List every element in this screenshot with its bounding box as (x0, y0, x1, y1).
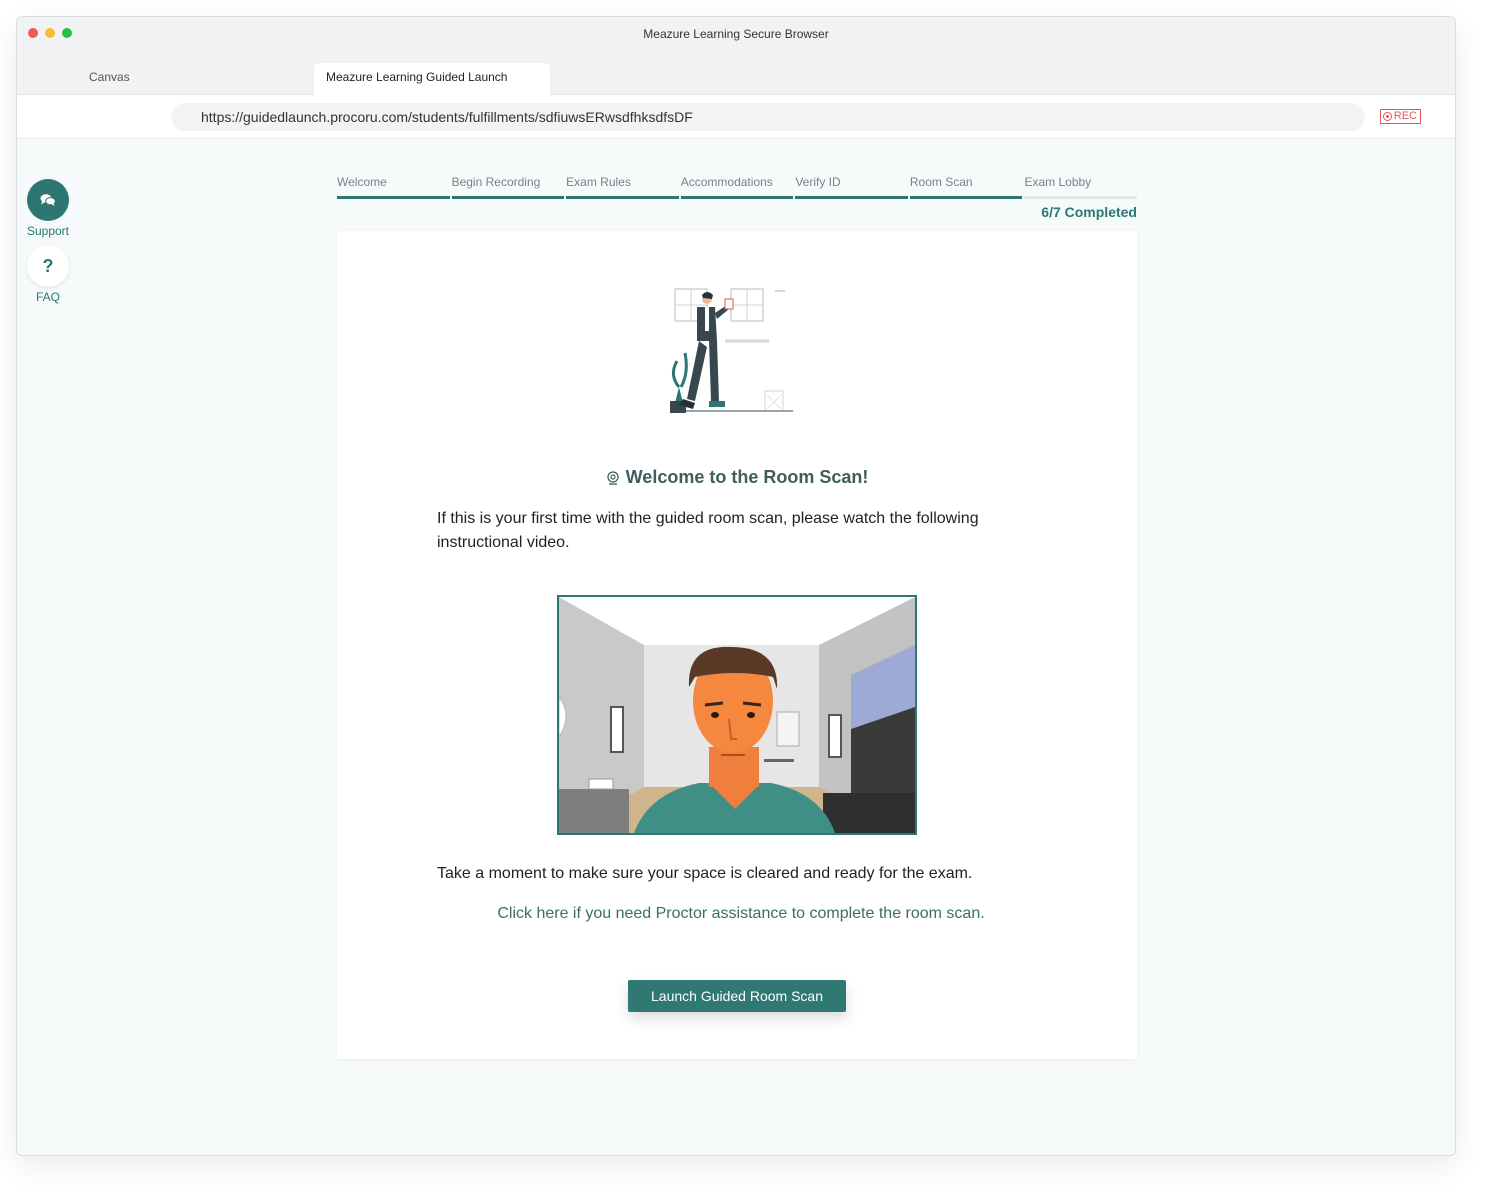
proctor-assistance-link[interactable]: Click here if you need Proctor assistanc… (337, 905, 1137, 923)
title-bar: Meazure Learning Secure Browser Canvas M… (17, 17, 1455, 95)
url-field[interactable]: https://guidedlaunch.procoru.com/student… (171, 103, 1365, 131)
faq-button[interactable]: ? (27, 245, 69, 287)
address-bar: https://guidedlaunch.procoru.com/student… (17, 95, 1455, 139)
rec-label: REC (1393, 110, 1417, 122)
launch-guided-room-scan-button[interactable]: Launch Guided Room Scan (628, 980, 846, 1012)
browser-window: Meazure Learning Secure Browser Canvas M… (16, 16, 1456, 1156)
step-welcome: Welcome (337, 175, 450, 199)
window-title: Meazure Learning Secure Browser (643, 27, 829, 41)
webcam-icon (606, 470, 619, 485)
chat-bubbles-icon (40, 194, 56, 206)
record-icon (1382, 112, 1392, 121)
tab-guided-launch[interactable]: Meazure Learning Guided Launch (314, 63, 550, 95)
step-room-scan: Room Scan (909, 175, 1023, 199)
ready-text: Take a moment to make sure your space is… (437, 865, 973, 882)
person-walking-illustration (670, 288, 793, 413)
step-accommodations: Accommodations (680, 175, 794, 199)
intro-text: If this is your first time with the guid… (437, 510, 979, 551)
step-exam-lobby: Exam Lobby (1024, 175, 1138, 199)
card-title-text: Welcome to the Room Scan! (625, 467, 869, 487)
card-title: Welcome to the Room Scan! (337, 467, 1137, 488)
step-exam-rules: Exam Rules (566, 175, 679, 199)
question-icon: ? (42, 255, 54, 276)
support-button[interactable] (27, 179, 69, 221)
step-begin-recording: Begin Recording (451, 175, 565, 199)
tab-canvas[interactable]: Canvas (77, 63, 313, 95)
step-verify-id: Verify ID (795, 175, 908, 199)
video-thumbnail (559, 597, 915, 833)
progress-status: 6/7 Completed (1041, 204, 1137, 220)
instructional-video[interactable] (557, 595, 917, 835)
progress-steps: Welcome Begin Recording Exam Rules Accom… (337, 175, 1138, 199)
faq-label[interactable]: FAQ (17, 290, 79, 304)
rec-indicator: REC (1379, 109, 1421, 124)
room-scan-card: Welcome to the Room Scan! If this is you… (337, 231, 1137, 1059)
support-label[interactable]: Support (17, 224, 79, 238)
